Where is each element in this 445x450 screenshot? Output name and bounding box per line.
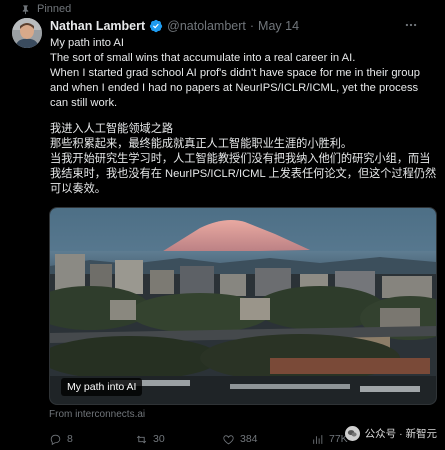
more-options-button[interactable] [403, 18, 419, 32]
tweet-line-zh-title: 我进入人工智能领域之路 [50, 123, 174, 135]
avatar[interactable] [12, 18, 42, 48]
pinned-indicator: Pinned [20, 2, 71, 16]
reply-icon [50, 434, 61, 445]
tweet-date[interactable]: May 14 [258, 19, 299, 33]
tweet-line-zh-body: 当我开始研究生学习时，人工智能教授们没有把我纳入他们的研究小组，而当我结束时，我… [50, 153, 437, 195]
separator-dot: · [249, 19, 255, 33]
views-button[interactable]: 77K [311, 433, 348, 446]
pinned-label: Pinned [37, 3, 72, 15]
tweet-line-en-title: My path into AI [50, 37, 125, 49]
watermark-text: 公众号 · 新智元 [364, 428, 437, 440]
avatar-photo [12, 18, 42, 48]
tweet-header: Nathan Lambert @natolambert · May 14 [50, 17, 415, 35]
tweet-text: My path into AI The sort of small wins t… [50, 36, 438, 197]
like-count: 384 [240, 433, 258, 445]
reply-button[interactable]: 8 [49, 433, 73, 446]
repost-button[interactable]: 30 [135, 433, 165, 446]
like-button[interactable]: 384 [222, 433, 258, 446]
link-card[interactable]: My path into AI [49, 207, 437, 405]
tweet-line-zh-subtitle: 那些积累起来，最终能成就真正人工智能职业生涯的小胜利。 [50, 138, 353, 150]
more-icon [405, 23, 417, 27]
card-title: My path into AI [61, 378, 143, 396]
views-icon [313, 434, 323, 444]
watermark: 公众号 · 新智元 [344, 426, 437, 441]
tweet-line-en-body: When I started grad school AI prof's did… [50, 67, 420, 109]
author-handle[interactable]: @natolambert [167, 19, 246, 33]
repost-count: 30 [153, 433, 165, 445]
wechat-icon [344, 426, 360, 441]
card-source[interactable]: From interconnects.ai [49, 409, 145, 420]
verified-badge-icon[interactable] [149, 19, 163, 33]
repost-icon [136, 435, 147, 443]
tweet-line-en-subtitle: The sort of small wins that accumulate i… [50, 52, 356, 64]
reply-count: 8 [67, 433, 73, 445]
heart-icon [223, 434, 234, 444]
card-image [50, 208, 436, 404]
pin-icon [22, 4, 29, 14]
author-name[interactable]: Nathan Lambert [50, 19, 145, 33]
